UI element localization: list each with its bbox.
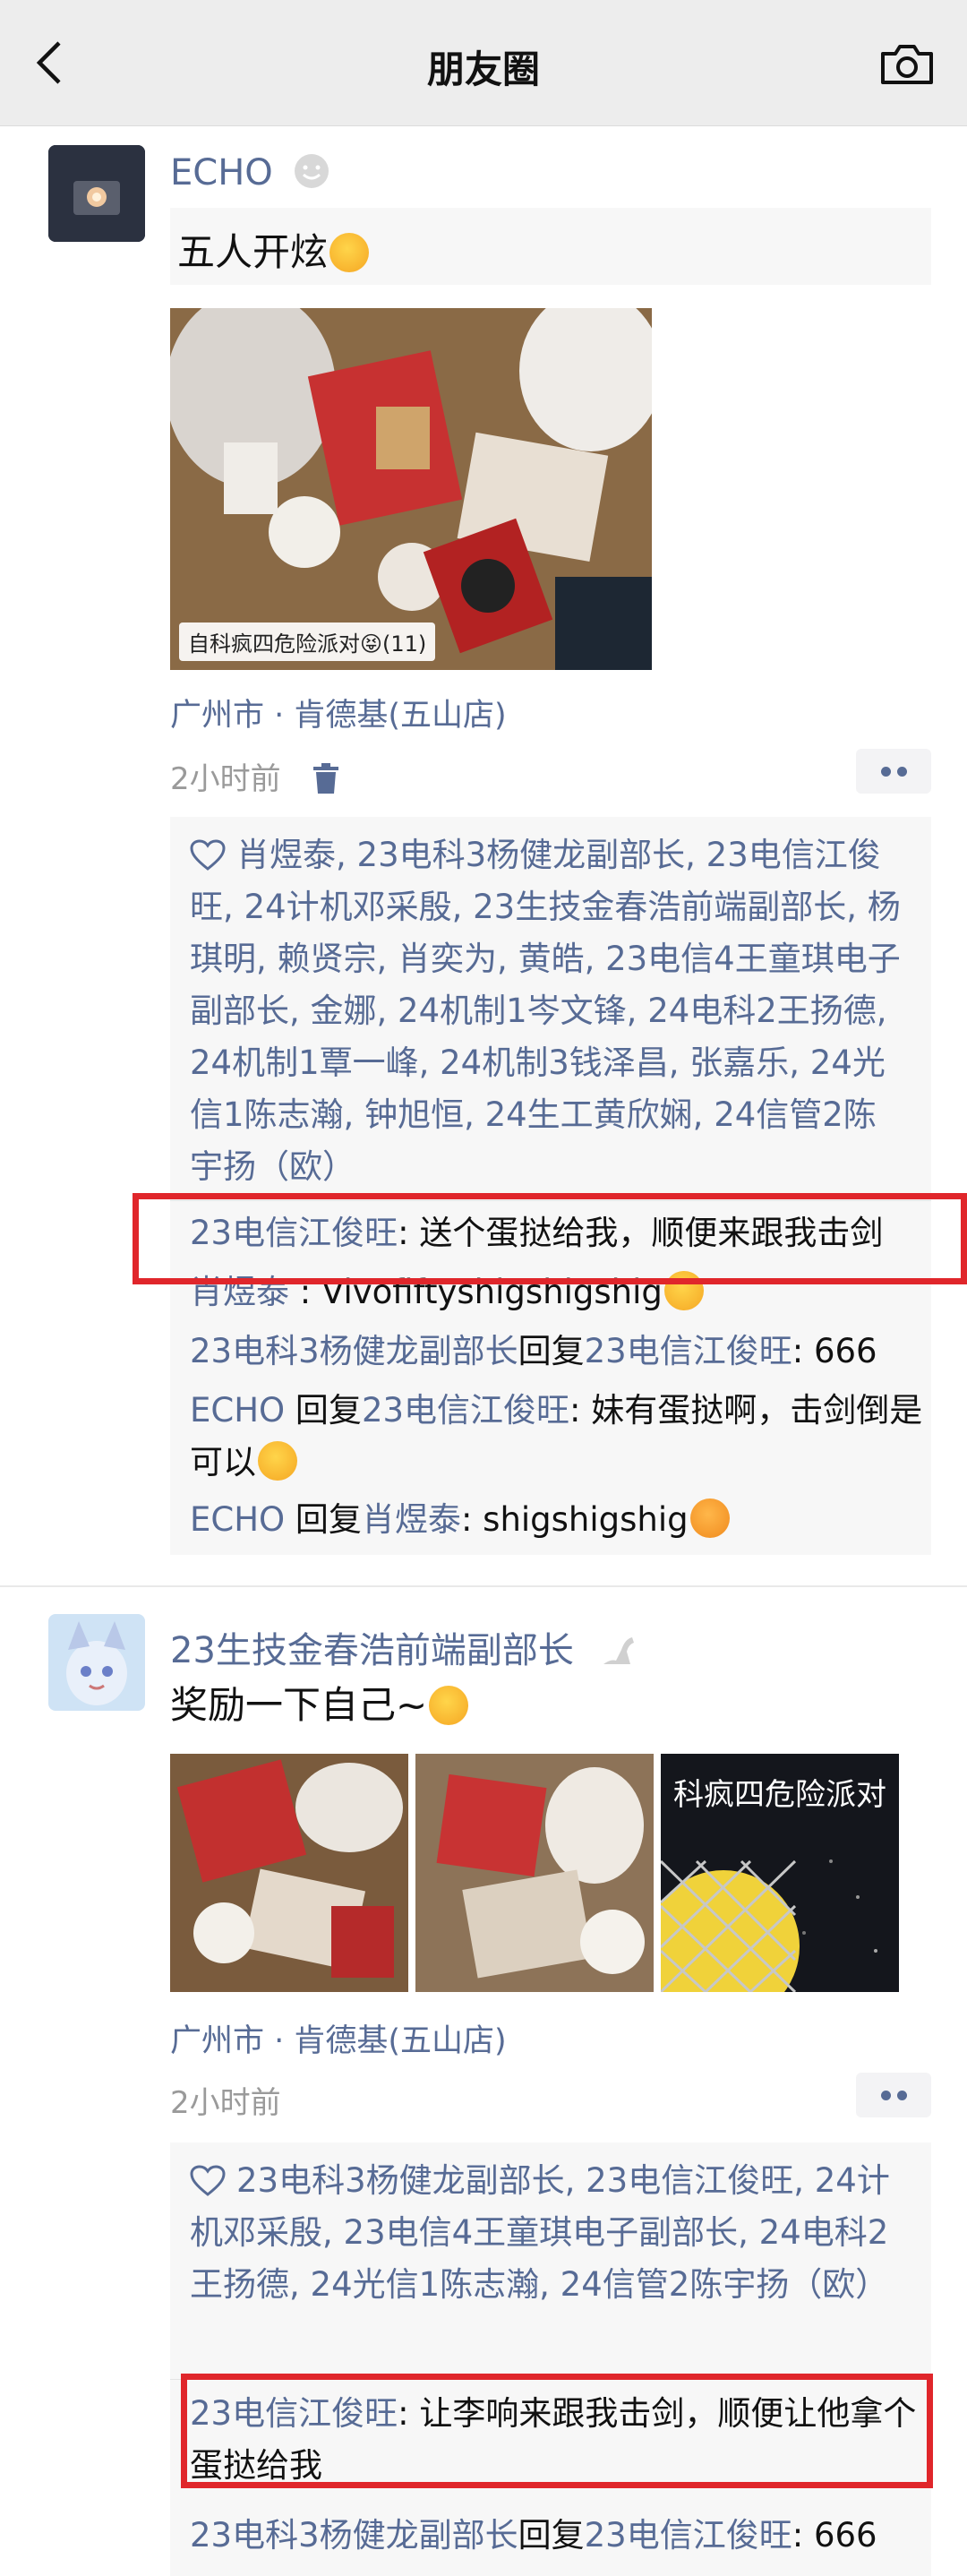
red-highlight-box — [133, 1193, 967, 1284]
likes-names[interactable]: 23电科3杨健龙副部长, 23电信江俊旺, 24计机邓采殷, 23电信4王童琪电… — [190, 2161, 890, 2304]
comment-author[interactable]: ECHO — [190, 1391, 285, 1430]
smiling-face-hearts-emoji-icon — [329, 233, 370, 272]
location-link[interactable]: 广州市 · 肯德基(五山店) — [170, 690, 507, 735]
reply-word: 回复 — [285, 1500, 362, 1539]
status-smiley-icon[interactable] — [293, 152, 330, 190]
likes-list: 肖煜泰, 23电科3杨健龙副部长, 23电信江俊旺, 24计机邓采殷, 23生技… — [190, 829, 906, 1193]
more-actions-button[interactable] — [856, 749, 931, 794]
post-photo[interactable]: 科疯四危险派对 — [661, 1754, 899, 1992]
comment-author[interactable]: 23电科3杨健龙副部长 — [190, 1332, 518, 1370]
post-text-content: 奖励一下自己~ — [170, 1683, 428, 1727]
more-actions-button[interactable] — [856, 2073, 931, 2117]
angry-emoji-icon — [689, 1498, 730, 1538]
avatar[interactable] — [48, 145, 145, 242]
comment-author[interactable]: 23电科3杨健龙副部长 — [190, 2516, 518, 2555]
moment-post: 23生技金春浩前端副部长 奖励一下自己~ 科疯四危险派对 广州市 · 肯德基(五… — [0, 1587, 967, 2576]
comment[interactable]: ECHO 回复23电信江俊旺: 妹有蛋挞啊，击剑倒是可以 — [190, 1385, 924, 1489]
interaction-box: 23电科3杨健龙副部长, 23电信江俊旺, 24计机邓采殷, 23电信4王童琪电… — [170, 2142, 931, 2576]
likes-names[interactable]: 肖煜泰, 23电科3杨健龙副部长, 23电信江俊旺, 24计机邓采殷, 23生技… — [190, 836, 901, 1186]
post-photo[interactable]: 自科疯四危险派对😝(11) — [170, 308, 652, 670]
author-name-text[interactable]: ECHO — [170, 152, 273, 193]
author-name-text[interactable]: 23生技金春浩前端副部长 — [170, 1630, 574, 1671]
location-link[interactable]: 广州市 · 肯德基(五山店) — [170, 2015, 507, 2061]
heart-icon — [190, 839, 226, 871]
avatar[interactable] — [48, 1614, 145, 1711]
interaction-box: 肖煜泰, 23电科3杨健龙副部长, 23电信江俊旺, 24计机邓采殷, 23生技… — [170, 817, 931, 1555]
post-photo[interactable] — [415, 1754, 654, 1992]
comment-author[interactable]: ECHO — [190, 1500, 285, 1539]
status-kangaroo-icon[interactable] — [598, 1632, 638, 1668]
heart-icon — [190, 2165, 226, 2196]
red-highlight-box — [181, 2374, 933, 2488]
comment[interactable]: 23电科3杨健龙副部长回复23电信江俊旺: 666 — [190, 1326, 924, 1378]
reply-word: 回复 — [518, 1332, 585, 1370]
comment-text: : 666 — [792, 2516, 877, 2555]
post-text-content: 五人开炫 — [177, 230, 329, 274]
moment-post: ECHO 五人开炫 自科疯四危险派对😝(11) 广州市 · 肯德基(五山店) 2… — [0, 0, 967, 1585]
reply-target[interactable]: 23电信江俊旺 — [585, 2516, 792, 2555]
reply-word: 回复 — [518, 2516, 585, 2555]
comment-text: : 666 — [792, 1332, 877, 1370]
photo-banner-text: 科疯四危险派对 — [673, 1777, 886, 1813]
post-text: 五人开炫 — [177, 222, 370, 277]
reply-target[interactable]: 23电信江俊旺 — [362, 1391, 569, 1430]
smiling-emoji-icon — [429, 1686, 469, 1725]
author-name[interactable]: 23生技金春浩前端副部长 — [170, 1621, 638, 1673]
likes-list: 23电科3杨健龙副部长, 23电信江俊旺, 24计机邓采殷, 23电信4王童琪电… — [190, 2155, 906, 2311]
reply-target[interactable]: 23电信江俊旺 — [585, 1332, 792, 1370]
post-time-text: 2小时前 — [170, 761, 281, 797]
author-name[interactable]: ECHO — [170, 152, 330, 193]
comment[interactable]: ECHO 回复肖煜泰: shigshigshig — [190, 1494, 924, 1546]
comment-text: : shigshigshig — [460, 1500, 689, 1539]
comment[interactable]: 23电科3杨健龙副部长回复23电信江俊旺: 666 — [190, 2510, 924, 2562]
post-text: 奖励一下自己~ — [170, 1675, 469, 1730]
post-time: 2小时前 — [170, 754, 340, 798]
post-photo[interactable] — [170, 1754, 408, 1992]
reply-target[interactable]: 肖煜泰 — [362, 1500, 461, 1539]
smiling-emoji-icon — [258, 1441, 297, 1481]
reply-word: 回复 — [285, 1391, 362, 1430]
photo-caption-tag: 自科疯四危险派对😝(11) — [179, 623, 436, 661]
post-time: 2小时前 — [170, 2085, 281, 2121]
trash-icon[interactable] — [312, 762, 340, 794]
